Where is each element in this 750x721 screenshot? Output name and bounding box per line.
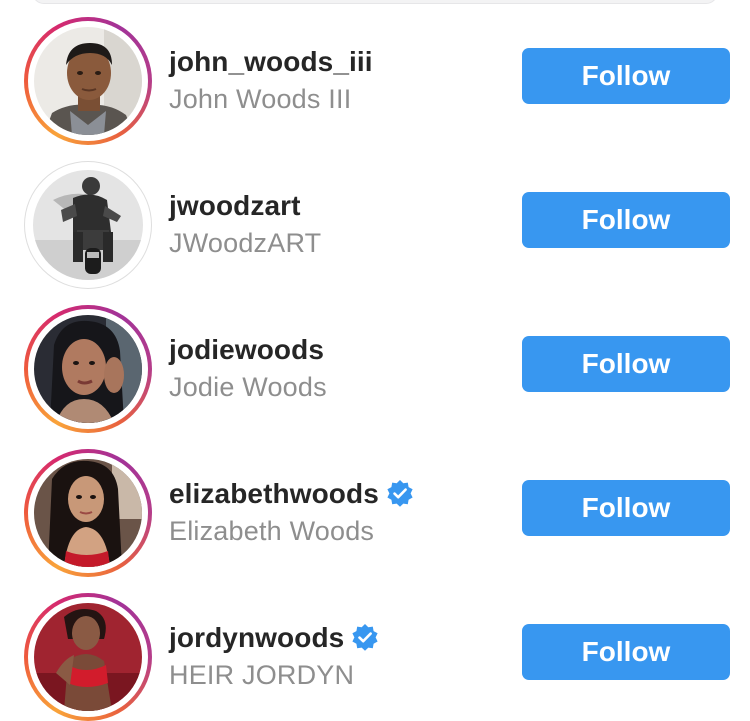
follow-button[interactable]: Follow	[522, 336, 730, 392]
avatar-story-ring[interactable]	[24, 305, 152, 433]
profile-photo-woman-selfie	[34, 315, 142, 423]
full-name: JWoodzART	[169, 228, 322, 258]
username[interactable]: elizabethwoods	[169, 478, 379, 510]
follow-button[interactable]: Follow	[522, 192, 730, 248]
profile-photo-woman-red	[34, 603, 142, 711]
user-row-john-woods-iii[interactable]: john_woods_iii John Woods III Follow	[0, 0, 750, 145]
username-line: jordynwoods	[169, 620, 380, 656]
username[interactable]: jwoodzart	[169, 190, 301, 222]
profile-photo-young-man	[34, 27, 142, 135]
avatar-story-ring[interactable]	[24, 449, 152, 577]
avatar	[34, 27, 142, 135]
full-name: John Woods III	[169, 84, 352, 114]
avatar	[34, 603, 142, 711]
user-row-elizabethwoods[interactable]: elizabethwoods Elizabeth Woods Follow	[0, 432, 750, 577]
avatar	[33, 170, 143, 280]
user-row-jwoodzart[interactable]: jwoodzart JWoodzART Follow	[0, 144, 750, 289]
avatar	[34, 315, 142, 423]
verified-badge-icon	[385, 479, 415, 509]
username[interactable]: john_woods_iii	[169, 46, 373, 78]
username-line: jodiewoods	[169, 332, 324, 368]
profile-photo-woman-long-hair	[34, 459, 142, 567]
verified-badge-icon	[350, 623, 380, 653]
avatar	[34, 459, 142, 567]
avatar-frame[interactable]	[24, 161, 152, 289]
username-line: john_woods_iii	[169, 44, 373, 80]
user-row-jordynwoods[interactable]: jordynwoods HEIR JORDYN Follow	[0, 576, 750, 721]
username[interactable]: jodiewoods	[169, 334, 324, 366]
username-line: elizabethwoods	[169, 476, 415, 512]
full-name: Elizabeth Woods	[169, 516, 375, 546]
username[interactable]: jordynwoods	[169, 622, 344, 654]
full-name: Jodie Woods	[169, 372, 327, 402]
username-line: jwoodzart	[169, 188, 301, 224]
user-row-jodiewoods[interactable]: jodiewoods Jodie Woods Follow	[0, 288, 750, 433]
follow-button[interactable]: Follow	[522, 48, 730, 104]
follow-button[interactable]: Follow	[522, 624, 730, 680]
avatar-story-ring[interactable]	[24, 17, 152, 145]
avatar-story-ring[interactable]	[24, 593, 152, 721]
profile-photo-motorcycle-rider	[33, 170, 143, 280]
full-name: HEIR JORDYN	[169, 660, 355, 690]
follow-button[interactable]: Follow	[522, 480, 730, 536]
